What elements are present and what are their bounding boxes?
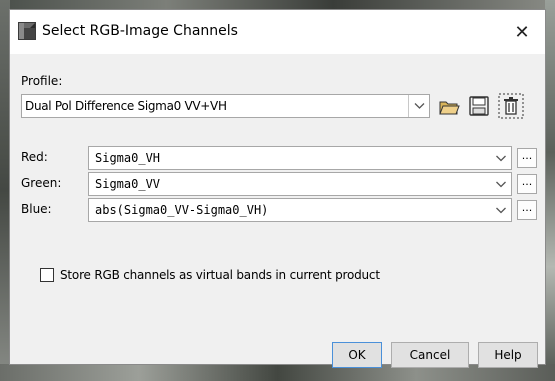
app-icon bbox=[18, 22, 36, 40]
blue-expression-combo[interactable]: abs(Sigma0_VV-Sigma0_VH) bbox=[88, 198, 512, 222]
select-rgb-channels-dialog: Select RGB-Image Channels ✕ Profile: Dua… bbox=[9, 9, 546, 368]
green-expression-editor-button[interactable]: ... bbox=[517, 174, 537, 194]
background-image-right bbox=[545, 0, 555, 381]
chevron-down-icon[interactable] bbox=[495, 177, 507, 191]
virtual-bands-checkbox[interactable] bbox=[40, 268, 54, 282]
save-disk-icon[interactable] bbox=[468, 95, 490, 117]
open-folder-icon[interactable] bbox=[438, 95, 460, 117]
profile-label: Profile: bbox=[21, 74, 63, 88]
help-button[interactable]: Help bbox=[478, 342, 538, 368]
chevron-down-icon[interactable] bbox=[495, 151, 507, 165]
delete-trash-icon[interactable] bbox=[498, 93, 524, 119]
window-title: Select RGB-Image Channels bbox=[42, 23, 238, 39]
close-button[interactable]: ✕ bbox=[499, 10, 545, 54]
virtual-bands-label: Store RGB channels as virtual bands in c… bbox=[60, 268, 380, 282]
profile-selected-value: Dual Pol Difference Sigma0 VV+VH bbox=[25, 99, 227, 113]
profile-dropdown-arrow[interactable] bbox=[408, 95, 429, 117]
chevron-down-icon bbox=[414, 103, 424, 109]
blue-expression-editor-button[interactable]: ... bbox=[517, 200, 537, 220]
cancel-button[interactable]: Cancel bbox=[391, 342, 469, 368]
green-expression-value: Sigma0_VV bbox=[95, 177, 161, 191]
ok-button[interactable]: OK bbox=[332, 342, 382, 368]
red-expression-value: Sigma0_VH bbox=[95, 151, 161, 165]
title-bar[interactable]: Select RGB-Image Channels ✕ bbox=[10, 10, 545, 54]
background-image-bottom bbox=[0, 364, 555, 381]
close-icon: ✕ bbox=[514, 21, 530, 43]
blue-label: Blue: bbox=[21, 202, 52, 216]
green-expression-combo[interactable]: Sigma0_VV bbox=[88, 172, 512, 196]
red-expression-combo[interactable]: Sigma0_VH bbox=[88, 146, 512, 170]
red-label: Red: bbox=[21, 150, 48, 164]
profile-dropdown[interactable]: Dual Pol Difference Sigma0 VV+VH bbox=[21, 94, 430, 118]
chevron-down-icon[interactable] bbox=[495, 203, 507, 217]
green-label: Green: bbox=[21, 176, 62, 190]
blue-expression-value: abs(Sigma0_VV-Sigma0_VH) bbox=[95, 203, 269, 217]
red-expression-editor-button[interactable]: ... bbox=[517, 148, 537, 168]
